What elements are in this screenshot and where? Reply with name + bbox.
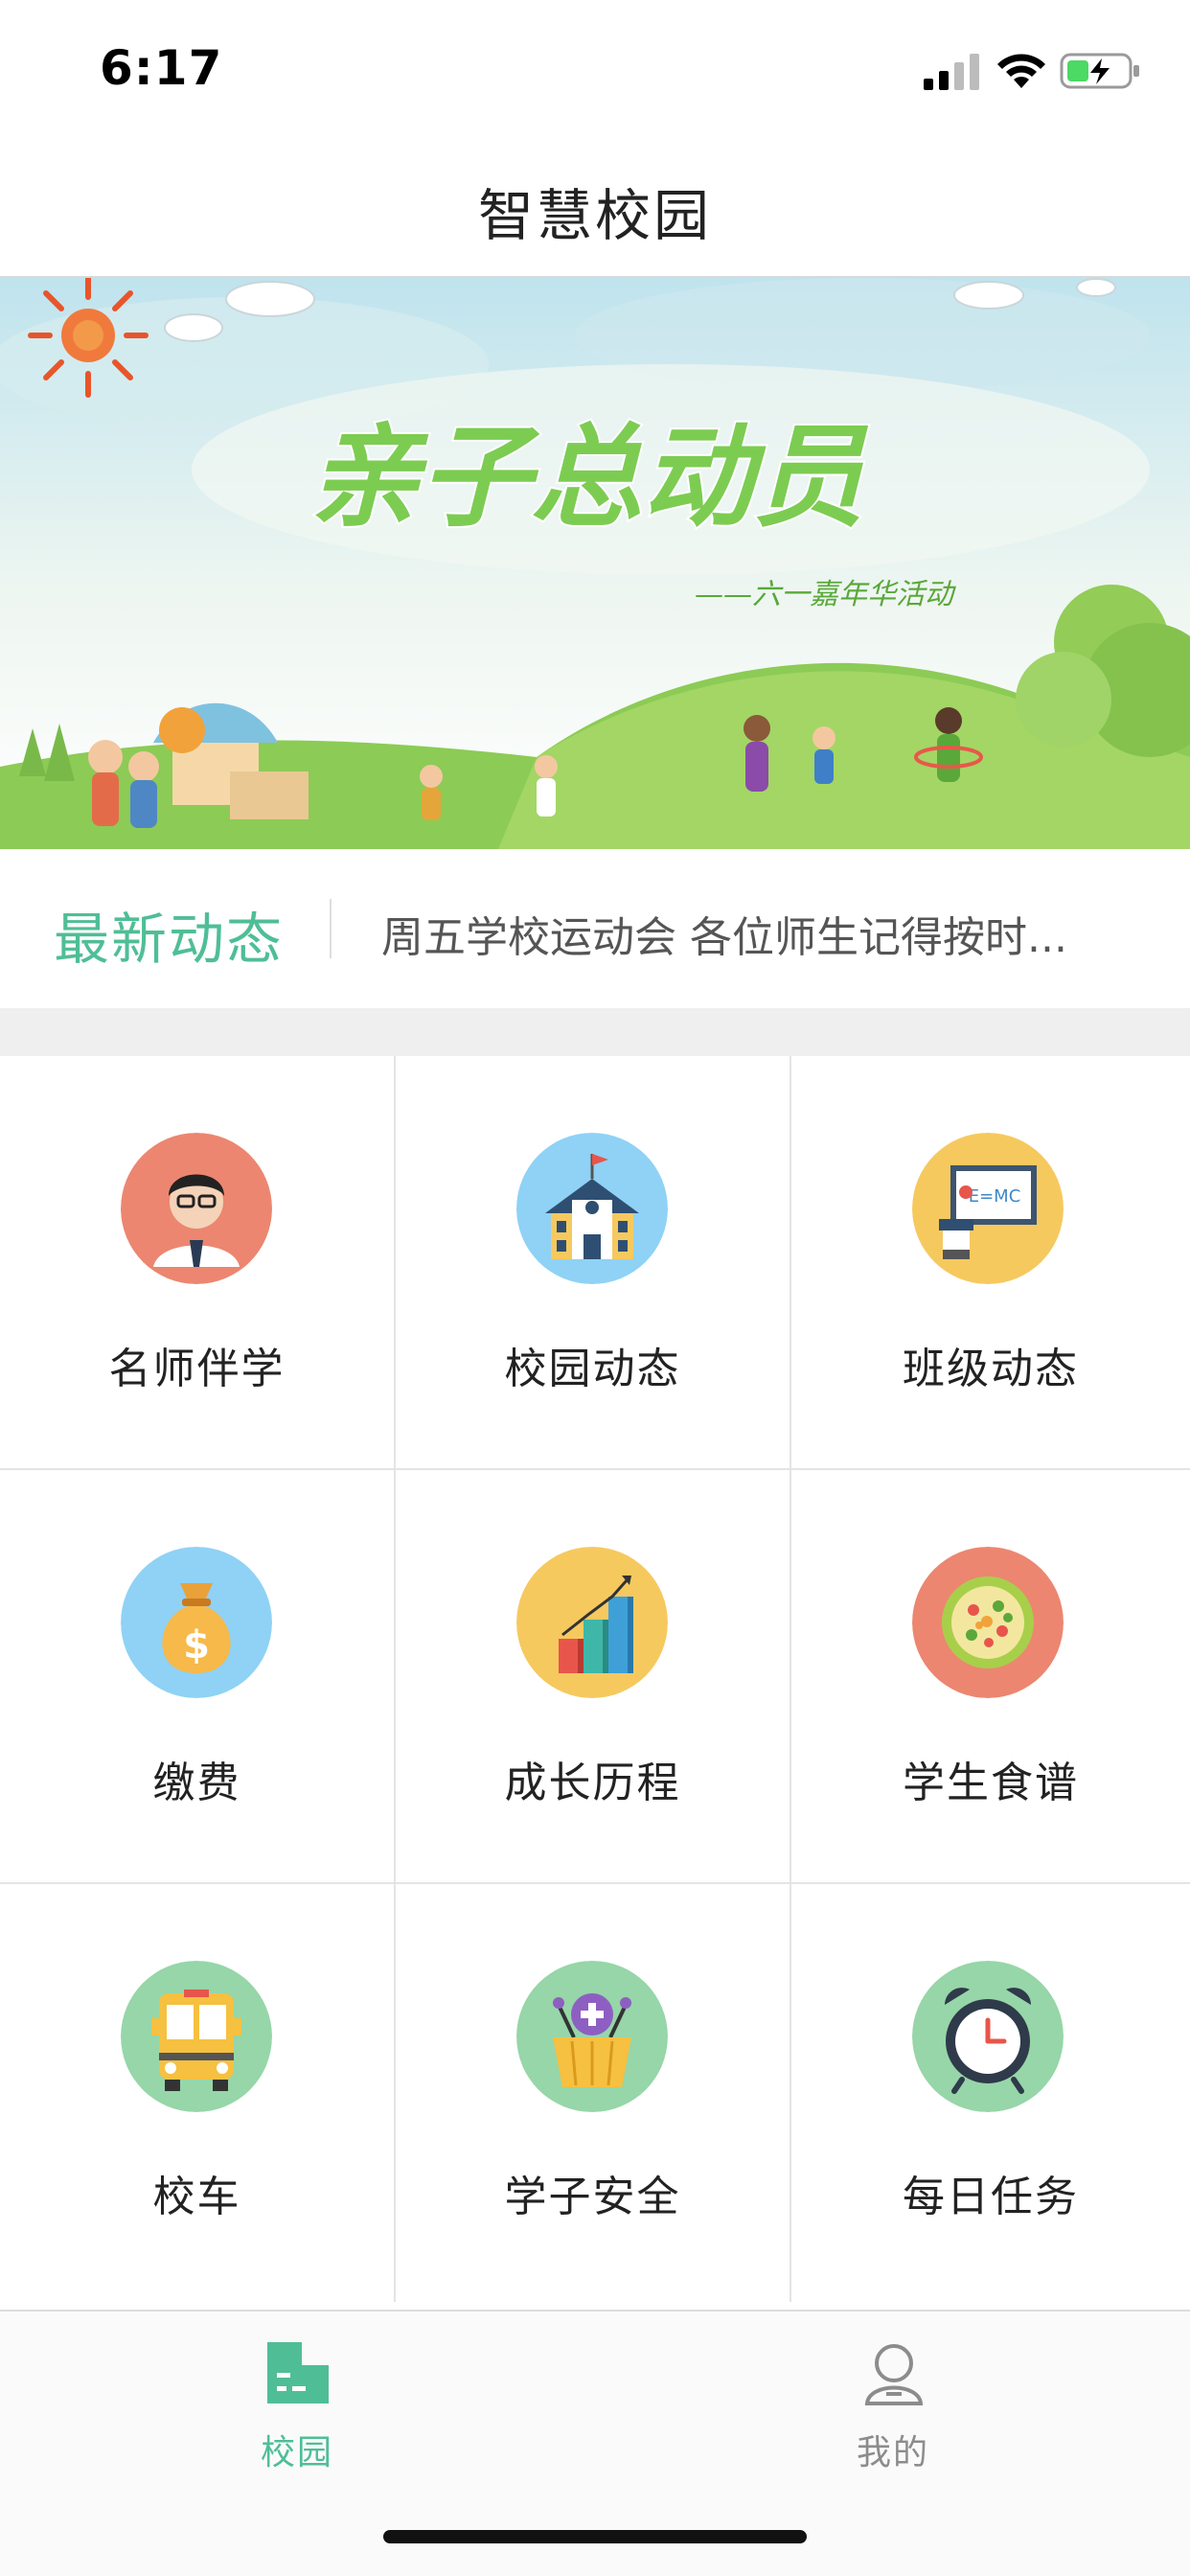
grid-item-campus-news[interactable]: 校园动态: [396, 1056, 791, 1470]
grid-item-growth[interactable]: 成长历程: [396, 1470, 791, 1884]
svg-text:$: $: [183, 1623, 210, 1668]
grid-item-class-news[interactable]: E=MC 班级动态: [791, 1056, 1190, 1470]
status-time: 6:17: [100, 40, 223, 96]
classroom-icon: E=MC: [912, 1133, 1064, 1284]
news-title: 最新动态: [54, 907, 285, 972]
battery-charging-icon: [1060, 53, 1139, 89]
safety-basket-icon: [516, 1961, 668, 2112]
grid-item-label: 名师伴学: [108, 1345, 286, 1393]
food-plate-icon: [912, 1547, 1064, 1698]
grid-item-label: 校车: [152, 2173, 241, 2221]
grid-item-label: 成长历程: [504, 1759, 681, 1807]
grid-item-label: 班级动态: [903, 1345, 1079, 1393]
tab-campus[interactable]: 校园: [153, 2331, 441, 2474]
grid-item-menu[interactable]: 学生食谱: [791, 1470, 1190, 1884]
grid-item-label: 学生食谱: [903, 1759, 1079, 1807]
grid-item-teacher[interactable]: 名师伴学: [0, 1056, 396, 1470]
nav-bar: 智慧校园: [0, 144, 1190, 278]
grid-item-label: 每日任务: [903, 2173, 1079, 2221]
grid-item-payment[interactable]: $ 缴费: [0, 1470, 396, 1884]
grid-item-label: 校园动态: [504, 1345, 681, 1393]
tab-profile[interactable]: 我的: [749, 2331, 1037, 2474]
banner-illustration: 亲子总动员 ——六一嘉年华活动: [0, 278, 1190, 849]
wifi-icon: [997, 54, 1045, 88]
banner-subline: ——六一嘉年华活动: [695, 578, 956, 611]
tab-label: 我的: [856, 2433, 929, 2472]
grid-item-school-bus[interactable]: 校车: [0, 1884, 396, 2302]
teacher-icon: [121, 1133, 272, 1284]
banner-headline: 亲子总动员: [309, 412, 869, 542]
grid-item-label: 缴费: [152, 1759, 241, 1807]
news-ticker[interactable]: 最新动态 周五学校运动会 各位师生记得按时...: [0, 849, 1190, 1008]
money-bag-icon: $: [121, 1547, 272, 1698]
campus-tab-icon: [267, 2342, 329, 2404]
cellular-signal-icon: [924, 54, 979, 90]
status-bar: 6:17: [0, 0, 1190, 144]
banner-carousel[interactable]: 亲子总动员 ——六一嘉年华活动: [0, 278, 1190, 849]
status-icons: [922, 50, 1142, 92]
sun-icon: [28, 278, 149, 398]
news-divider: [330, 899, 332, 958]
school-bus-icon: [121, 1961, 272, 2112]
section-gap: [0, 1008, 1190, 1056]
tab-label: 校园: [260, 2433, 333, 2472]
school-icon: [516, 1133, 668, 1284]
growth-chart-icon: [516, 1547, 668, 1698]
grid-item-label: 学子安全: [504, 2173, 681, 2221]
grid-item-daily-task[interactable]: 每日任务: [791, 1884, 1190, 2302]
profile-tab-icon: [864, 2344, 924, 2405]
page-title: 智慧校园: [477, 183, 712, 248]
news-text[interactable]: 周五学校运动会 各位师生记得按时...: [381, 903, 1138, 964]
feature-grid: 名师伴学 校园动态 E=MC 班级动态 $ 缴费 成长历程 学生食谱 校车 学子…: [0, 1056, 1190, 2302]
grid-item-safety[interactable]: 学子安全: [396, 1884, 791, 2302]
home-indicator: [383, 2530, 807, 2543]
alarm-clock-icon: [912, 1961, 1064, 2112]
svg-text:E=MC: E=MC: [969, 1186, 1021, 1207]
